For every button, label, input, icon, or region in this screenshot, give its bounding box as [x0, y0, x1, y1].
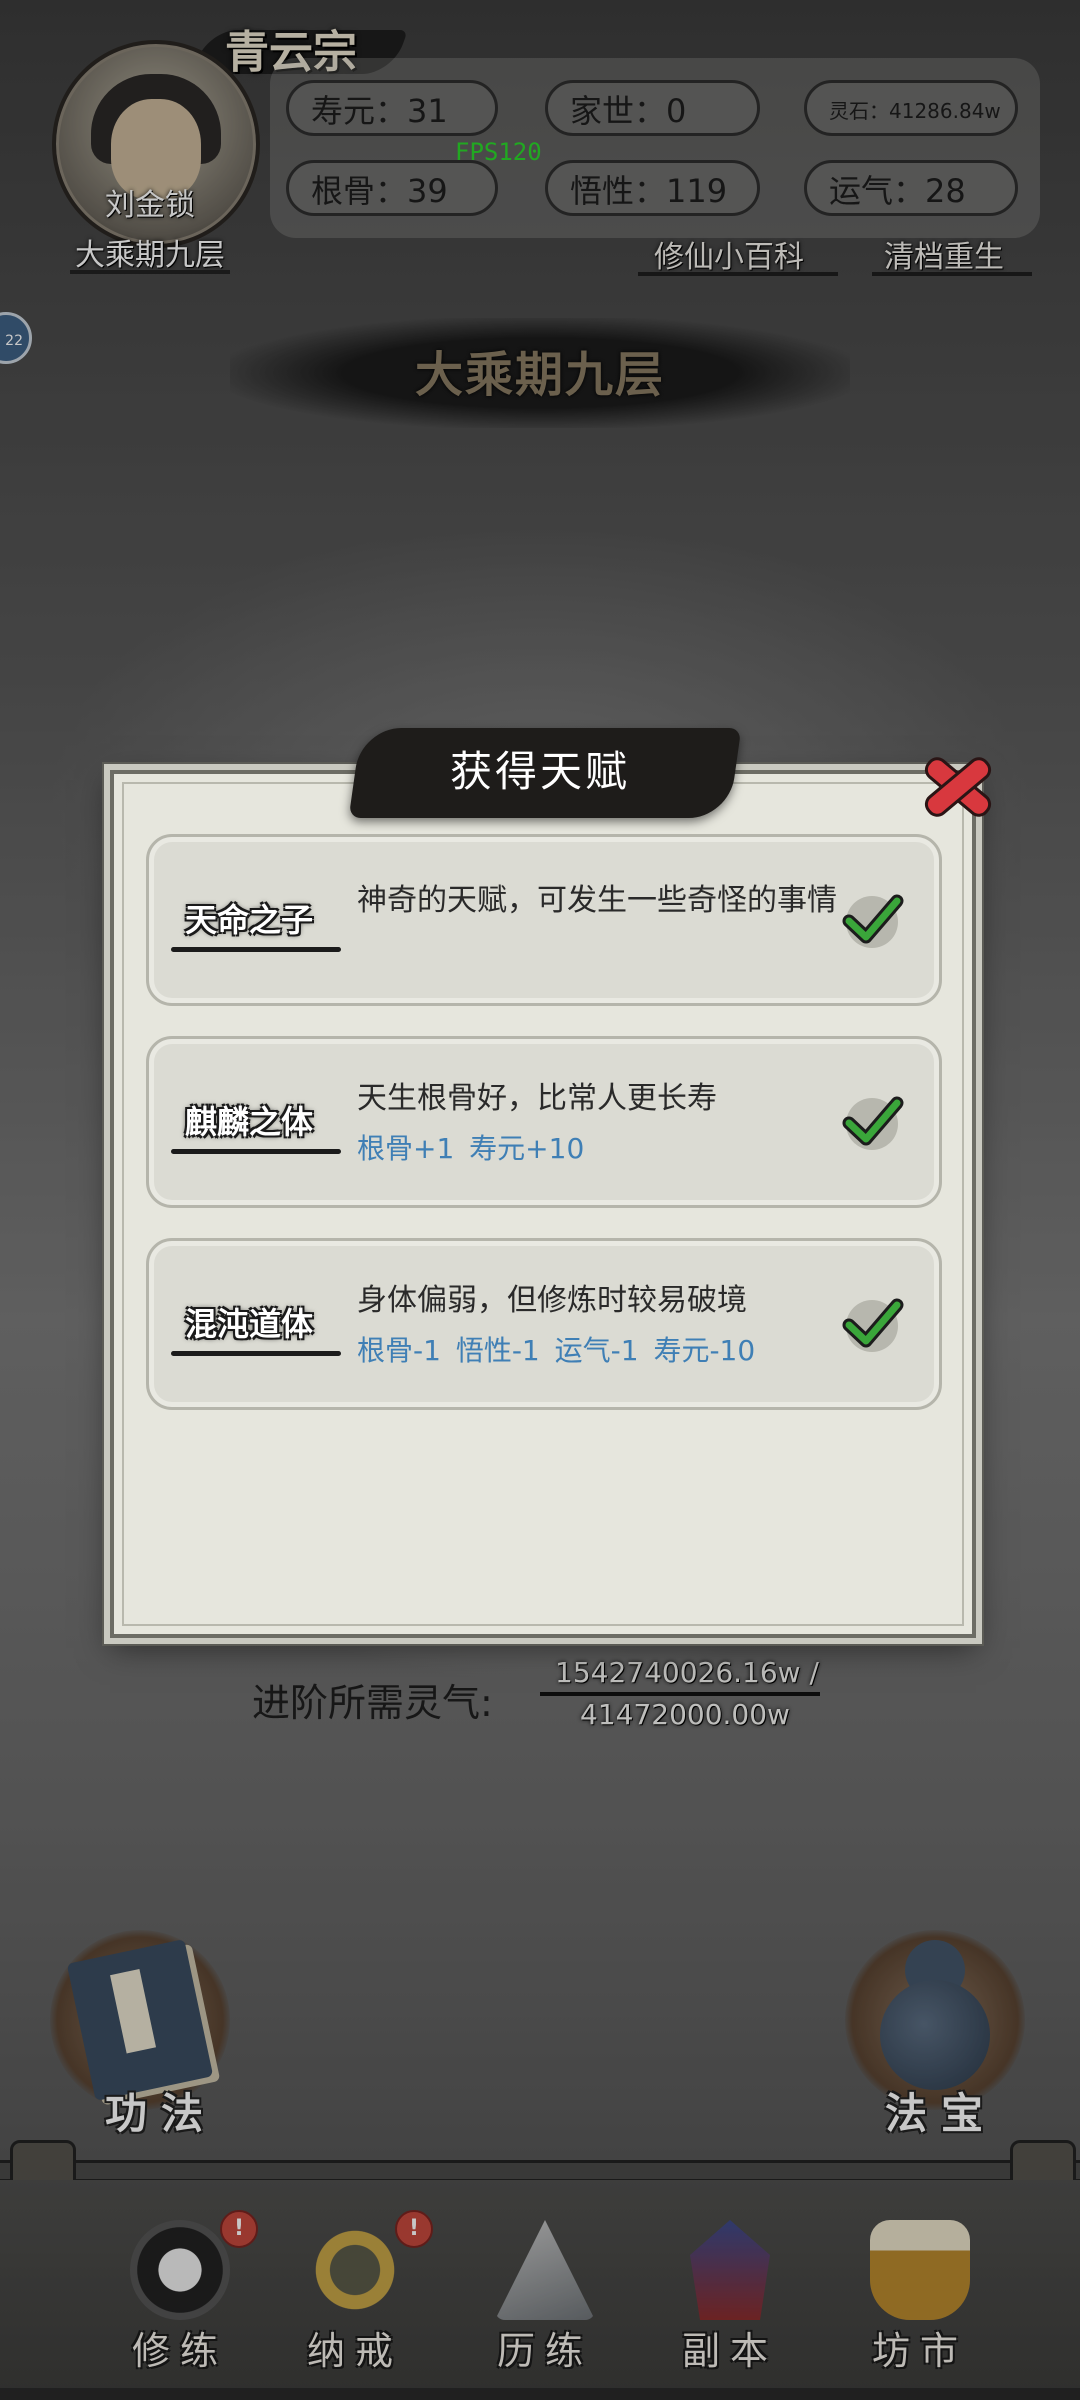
close-button[interactable] [912, 740, 1002, 830]
check-icon [842, 894, 904, 948]
talent-card[interactable]: 天命之子 神奇的天赋，可发生一些奇怪的事情 [146, 834, 942, 1006]
talent-card[interactable]: 混沌道体 身体偏弱，但修炼时较易破境 根骨-1 悟性-1 运气-1 寿元-10 [146, 1238, 942, 1410]
check-icon [842, 1298, 904, 1352]
talent-name-underline [171, 1149, 341, 1154]
talent-desc: 天生根骨好，比常人更长寿 [357, 1081, 717, 1116]
talent-name-underline [171, 1351, 341, 1356]
talent-effects: 根骨-1 悟性-1 运气-1 寿元-10 [357, 1334, 756, 1367]
check-icon [842, 1096, 904, 1150]
talent-name: 混沌道体 [185, 1305, 314, 1343]
talent-card[interactable]: 麒麟之体 天生根骨好，比常人更长寿 根骨+1 寿元+10 [146, 1036, 942, 1208]
talent-name: 麒麟之体 [185, 1103, 314, 1141]
talent-effects: 根骨+1 寿元+10 [357, 1132, 585, 1165]
talent-name: 天命之子 [185, 901, 314, 939]
talent-desc: 身体偏弱，但修炼时较易破境 [357, 1283, 747, 1318]
talent-name-underline [171, 947, 341, 952]
talent-desc: 神奇的天赋，可发生一些奇怪的事情 [357, 883, 837, 918]
dialog-title: 获得天赋 [449, 747, 630, 796]
